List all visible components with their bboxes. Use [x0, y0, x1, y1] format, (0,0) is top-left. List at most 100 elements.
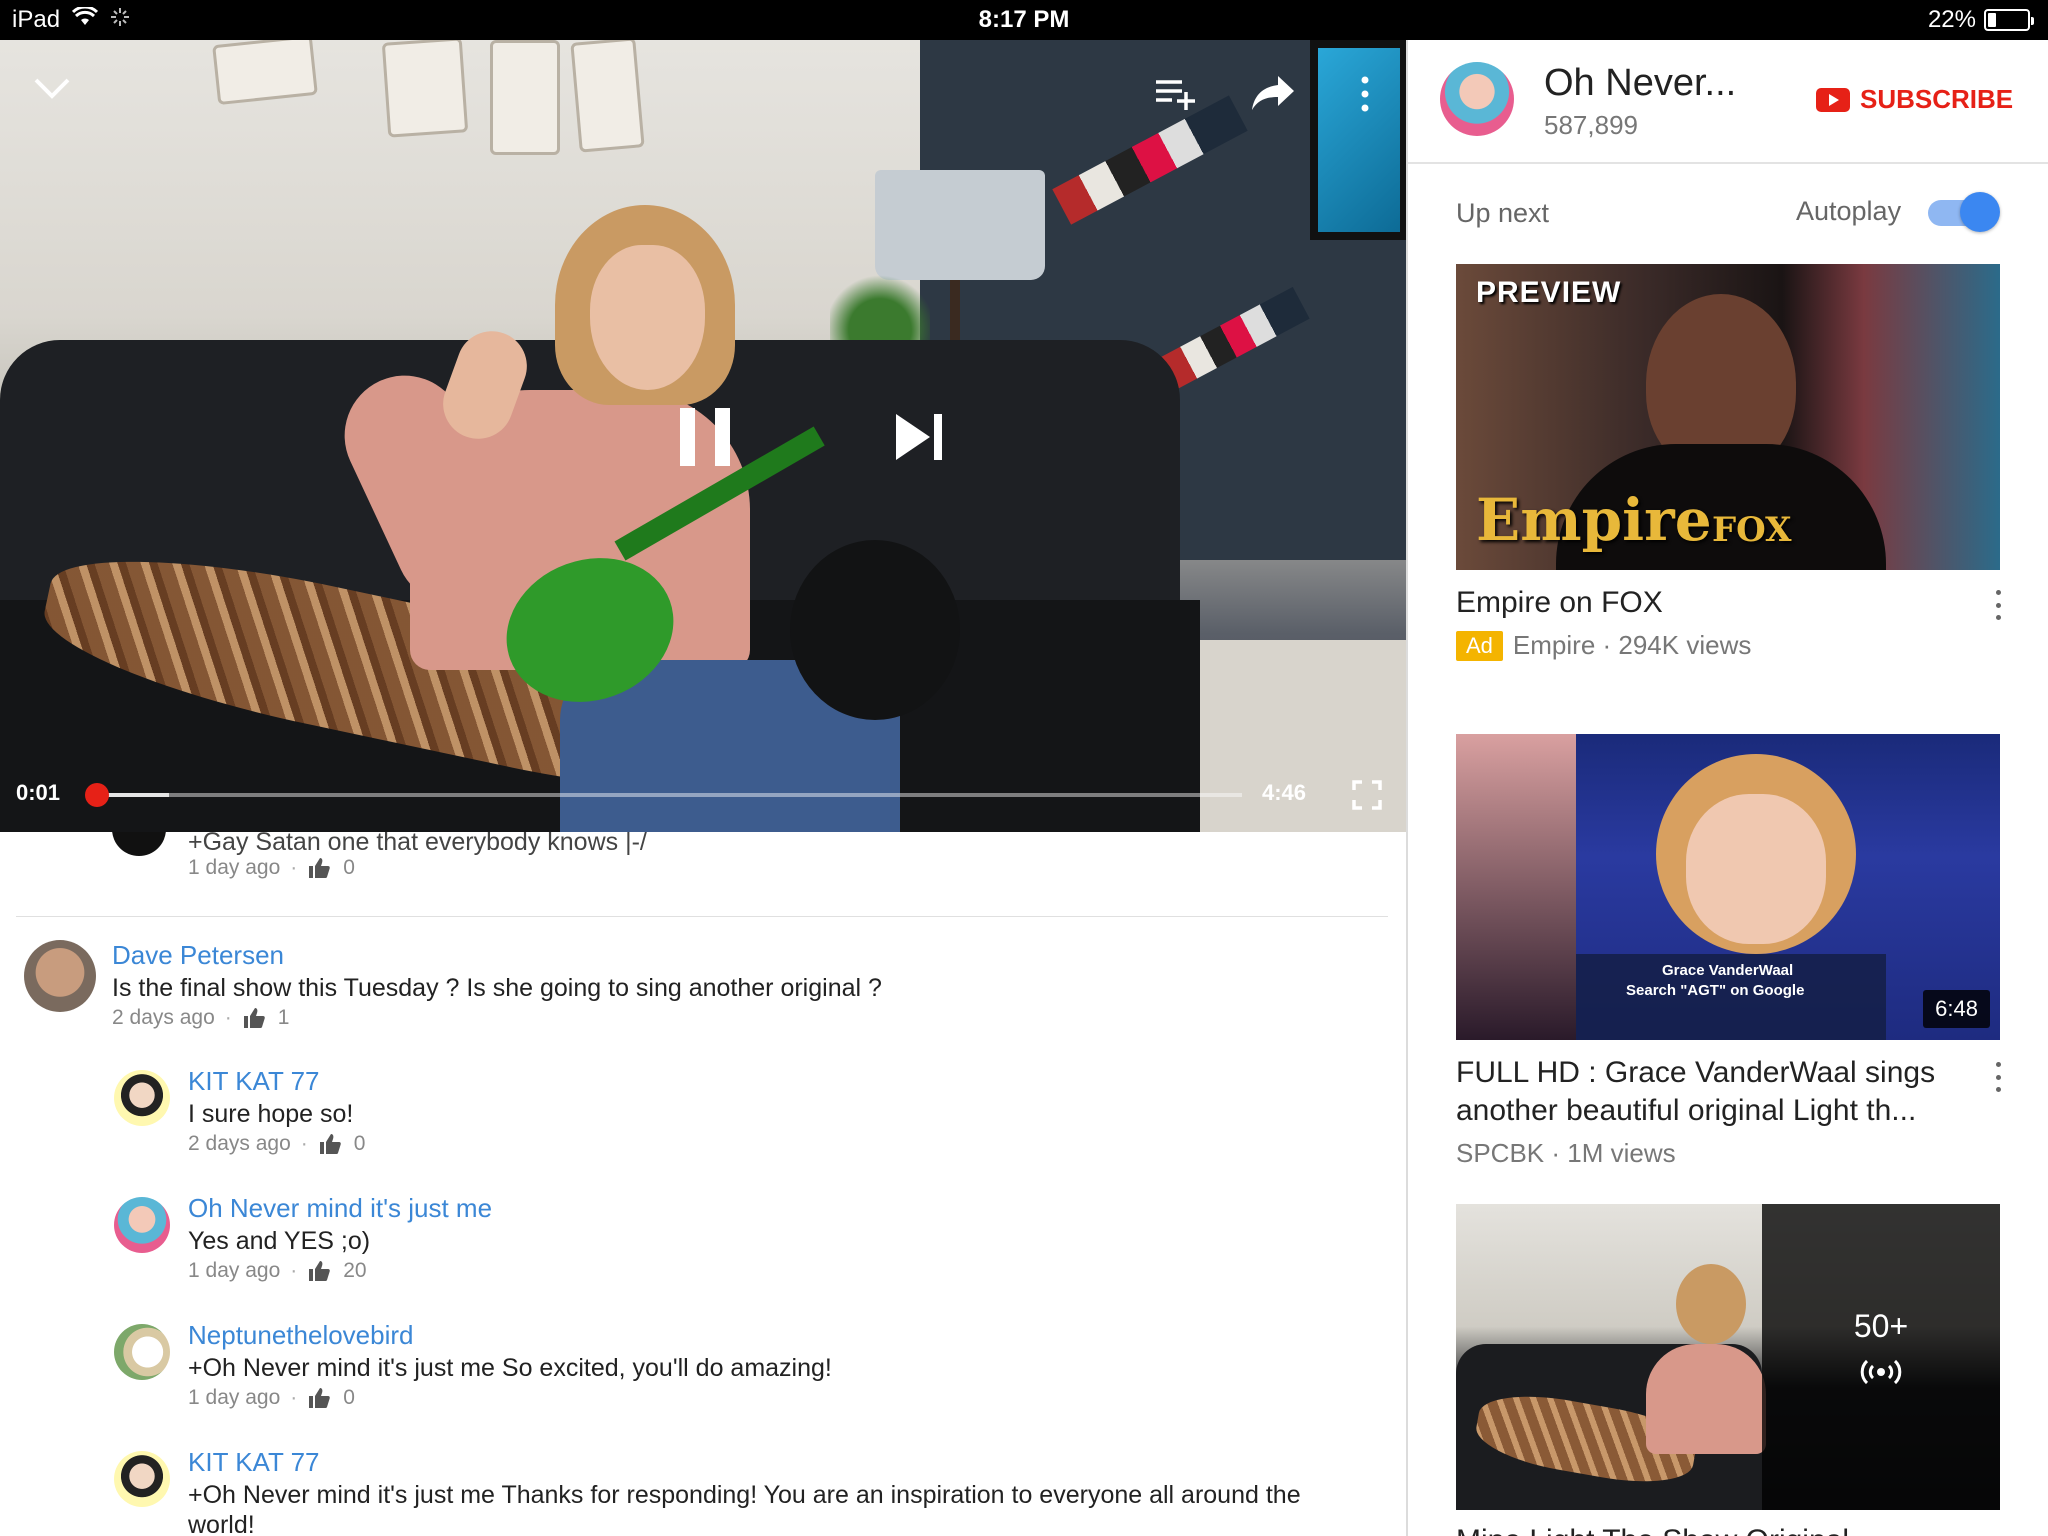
- live-broadcast-icon: [1762, 1357, 2000, 1392]
- divider: [16, 916, 1388, 917]
- video-channel-views: SPCBK · 1M views: [1456, 1138, 1676, 1168]
- like-button[interactable]: 0: [318, 1132, 366, 1156]
- fullscreen-icon[interactable]: [1352, 780, 1382, 810]
- comment-age: 1 day ago: [188, 856, 281, 879]
- add-to-playlist-icon[interactable]: [1154, 76, 1198, 112]
- avatar[interactable]: [114, 1324, 170, 1380]
- like-button[interactable]: 20: [307, 1259, 367, 1283]
- autoplay-toggle[interactable]: [1928, 192, 2000, 232]
- like-button[interactable]: 0: [307, 1386, 355, 1410]
- comment-meta: 2 days ago · 0: [188, 1132, 366, 1156]
- thumbnail-empire-text: Empire: [1476, 486, 1712, 554]
- subscribe-label: SUBSCRIBE: [1860, 84, 2014, 114]
- video-frame-dog: [790, 540, 960, 720]
- thumbs-up-icon: [309, 1388, 331, 1408]
- subscribe-button[interactable]: SUBSCRIBE: [1816, 84, 2013, 115]
- comment-meta: 1 day ago · 20: [188, 1259, 367, 1283]
- comment-text: I sure hope so!: [188, 1100, 354, 1128]
- comment-meta: 2 days ago · 1: [112, 1006, 290, 1030]
- video-meta: Ad Empire · 294K views: [1456, 630, 1751, 661]
- avatar: [112, 832, 166, 856]
- video-title[interactable]: Empire on FOX: [1456, 584, 1956, 622]
- avatar[interactable]: [24, 940, 96, 1012]
- thumbnail-host: [1456, 734, 1576, 1040]
- comment-meta: 1 day ago · 0: [188, 856, 355, 880]
- comment-age: 2 days ago: [112, 1006, 215, 1029]
- video-duration: 4:46: [1262, 780, 1307, 805]
- comments-section: +Gay Satan one that everybody knows |-/ …: [0, 832, 1408, 1536]
- more-vert-icon[interactable]: [1360, 76, 1370, 112]
- up-next-label: Up next: [1456, 198, 1550, 228]
- youtube-logo-icon: [1816, 87, 1850, 112]
- comment-text: +Oh Never mind it's just me Thanks for r…: [188, 1481, 1301, 1509]
- video-title[interactable]: FULL HD : Grace VanderWaal sings another…: [1456, 1054, 1956, 1130]
- video-title-line: FULL HD : Grace VanderWaal sings: [1456, 1056, 1936, 1089]
- comment-author[interactable]: KIT KAT 77: [188, 1066, 320, 1097]
- video-frame-sign: [570, 40, 645, 153]
- like-count: 20: [343, 1259, 367, 1282]
- avatar[interactable]: [114, 1451, 170, 1507]
- divider: [1408, 162, 2048, 164]
- like-count: 0: [353, 1132, 366, 1155]
- like-button[interactable]: 0: [307, 856, 355, 880]
- comment-age: 1 day ago: [188, 1259, 281, 1282]
- playlist-count: 50+: [1853, 1308, 1909, 1344]
- channel-name[interactable]: Oh Never...: [1544, 62, 1736, 105]
- battery-icon: [1984, 9, 2034, 31]
- comment-text: +Gay Satan one that everybody knows |-/: [188, 832, 647, 856]
- share-icon[interactable]: [1250, 74, 1296, 112]
- video-frame-sign: [490, 40, 560, 155]
- ad-badge: Ad: [1456, 630, 1503, 661]
- comment-text: Yes and YES ;o): [188, 1227, 371, 1255]
- video-frame-sign: [381, 40, 469, 138]
- toggle-thumb: [1960, 192, 2000, 232]
- thumbnail-preview-text: PREVIEW: [1476, 276, 1622, 309]
- thumbnail-name-text: Grace VanderWaal: [1662, 962, 1794, 979]
- playlist-overlay[interactable]: 50+: [1762, 1204, 2000, 1510]
- like-count: 0: [343, 856, 355, 879]
- like-button[interactable]: 1: [242, 1006, 290, 1030]
- thumbnail-search-text: Search "AGT" on Google: [1626, 982, 1805, 999]
- subscriber-count: 587,899: [1544, 110, 1638, 140]
- video-player[interactable]: 0:01 4:46: [0, 40, 1408, 832]
- thumbnail-fox-text: FOX: [1712, 510, 1792, 550]
- more-vert-icon[interactable]: [1992, 1062, 2004, 1092]
- skip-next-icon[interactable]: [894, 412, 946, 462]
- avatar[interactable]: [114, 1070, 170, 1126]
- clock: 8:17 PM: [978, 6, 1070, 33]
- channel-avatar[interactable]: [1440, 62, 1514, 136]
- video-thumbnail[interactable]: Grace VanderWaal Search "AGT" on Google …: [1456, 734, 2000, 1040]
- comment-author[interactable]: Oh Never mind it's just me: [188, 1193, 492, 1224]
- thumbnail-face: [1686, 794, 1826, 944]
- video-frame-sign: [212, 40, 318, 106]
- video-frame-lamp: [875, 170, 1045, 280]
- comment-text: Is the final show this Tuesday ? Is she …: [112, 974, 882, 1002]
- current-time: 0:01: [16, 780, 61, 805]
- video-meta: SPCBK · 1M views: [1456, 1138, 1676, 1169]
- video-thumbnail[interactable]: 50+: [1456, 1204, 2000, 1510]
- video-title-line: another beautiful original Light th...: [1456, 1094, 1917, 1127]
- video-thumbnail[interactable]: PREVIEW Empire FOX: [1456, 264, 2000, 570]
- more-vert-icon[interactable]: [1992, 590, 2004, 620]
- status-bar: iPad 8:17 PM 22%: [0, 0, 2048, 40]
- comment-author[interactable]: Neptunethelovebird: [188, 1320, 414, 1351]
- thumbnail-body: [1646, 1344, 1766, 1454]
- comment-age: 1 day ago: [188, 1386, 281, 1409]
- video-frame-face: [590, 245, 705, 390]
- video-frame-tv: [1310, 40, 1408, 240]
- comment-text-continued: world!: [188, 1511, 255, 1536]
- autoplay-label: Autoplay: [1796, 196, 1902, 226]
- comment-author[interactable]: Dave Petersen: [112, 940, 284, 971]
- comment-age: 2 days ago: [188, 1132, 291, 1155]
- video-title-partial[interactable]: Mine Light The Show Original ·: [1456, 1524, 1867, 1536]
- comment-author[interactable]: KIT KAT 77: [188, 1447, 320, 1478]
- thumbs-up-icon: [243, 1008, 265, 1028]
- pause-icon[interactable]: [680, 408, 730, 466]
- like-count: 1: [277, 1006, 290, 1029]
- chevron-down-icon[interactable]: [32, 74, 72, 102]
- video-duration-badge: 6:48: [1923, 990, 1990, 1028]
- thumbs-up-icon: [319, 1134, 341, 1154]
- avatar[interactable]: [114, 1197, 170, 1253]
- progress-bar[interactable]: [85, 783, 1242, 807]
- video-channel-views: Empire · 294K views: [1512, 630, 1752, 660]
